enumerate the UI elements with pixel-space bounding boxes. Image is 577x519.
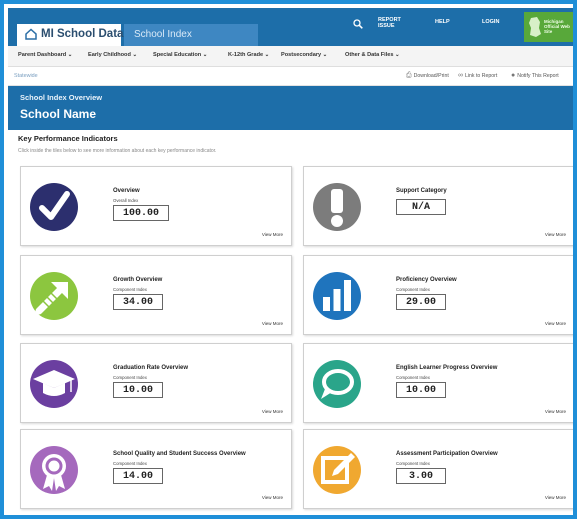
house-icon <box>25 28 37 40</box>
edit-pencil-icon <box>313 446 361 494</box>
card-subtitle: Component Index <box>113 461 147 466</box>
award-ribbon-icon <box>30 446 78 494</box>
site-header: MI School Data School Index REPORT ISSUE… <box>8 8 573 46</box>
checkmark-icon <box>30 183 78 231</box>
card-school-quality[interactable]: School Quality and Student Success Overv… <box>20 429 292 509</box>
download-button[interactable]: ⎙ Download/Print <box>406 72 449 80</box>
card-subtitle: Component Index <box>396 461 430 466</box>
link-icon: ∞ <box>458 72 463 79</box>
login-link[interactable]: LOGIN <box>482 19 499 25</box>
title-band: School Index Overview School Name <box>8 86 573 130</box>
card-subtitle: Overall Index <box>113 198 139 203</box>
state-badge-text: Michigan Official Web Site <box>544 19 570 34</box>
card-value: 34.00 <box>113 294 163 310</box>
view-more-link[interactable]: View More <box>545 321 566 326</box>
notify-button[interactable]: ● Notify This Report <box>511 72 559 79</box>
card-overview[interactable]: Overview Overall Index 100.00 View More <box>20 166 292 246</box>
card-title: Graduation Rate Overview <box>113 365 189 371</box>
graduation-cap-icon <box>30 360 78 408</box>
card-value: 10.00 <box>113 382 163 398</box>
speech-bubble-icon <box>313 360 361 408</box>
card-value: 14.00 <box>113 468 163 484</box>
view-more-link[interactable]: View More <box>262 495 283 500</box>
card-title: Assessment Participation Overview <box>396 451 498 457</box>
card-title: Support Category <box>396 188 447 194</box>
view-more-link[interactable]: View More <box>262 321 283 326</box>
nav-item-k12[interactable]: K-12th Grade ⌄ <box>228 52 269 58</box>
link-button[interactable]: ∞ Link to Report <box>458 72 497 79</box>
kpi-description: Click inside the tiles below to see more… <box>18 148 217 154</box>
card-value: 29.00 <box>396 294 446 310</box>
card-value: 100.00 <box>113 205 169 221</box>
toolbar: Statewide ⎙ Download/Print ∞ Link to Repor… <box>8 67 573 86</box>
view-more-link[interactable]: View More <box>262 409 283 414</box>
nav-item-parent-dashboard[interactable]: Parent Dashboard ⌄ <box>18 52 72 58</box>
logo-text: MI School Data <box>41 28 124 40</box>
nav-item-early-childhood[interactable]: Early Childhood ⌄ <box>88 52 137 58</box>
card-title: English Learner Progress Overview <box>396 365 498 371</box>
breadcrumb[interactable]: Statewide <box>14 73 38 79</box>
globe-icon: ● <box>511 72 516 79</box>
nav-item-postsecondary[interactable]: Postsecondary ⌄ <box>281 52 327 58</box>
page-title: School Name <box>20 107 97 121</box>
page-subtitle: School Index Overview <box>20 93 103 102</box>
view-more-link[interactable]: View More <box>262 232 283 237</box>
state-badge[interactable]: Michigan Official Web Site <box>524 12 573 42</box>
page-frame: MI School Data School Index REPORT ISSUE… <box>0 0 577 519</box>
view-more-link[interactable]: View More <box>545 232 566 237</box>
bar-chart-icon <box>313 272 361 320</box>
card-subtitle: Component Index <box>396 287 430 292</box>
card-title: Overview <box>113 188 140 194</box>
card-value: 10.00 <box>396 382 446 398</box>
card-english-learner[interactable]: English Learner Progress Overview Compon… <box>303 343 573 423</box>
card-assessment-participation[interactable]: Assessment Participation Overview Compon… <box>303 429 573 509</box>
nav-item-special-education[interactable]: Special Education ⌄ <box>153 52 207 58</box>
card-graduation-rate[interactable]: Graduation Rate Overview Component Index… <box>20 343 292 423</box>
card-value: 3.00 <box>396 468 446 484</box>
growth-arrow-icon <box>30 272 78 320</box>
card-title: Proficiency Overview <box>396 277 457 283</box>
section-tab[interactable]: School Index <box>124 24 258 46</box>
exclamation-icon <box>313 183 361 231</box>
card-subtitle: Component Index <box>113 375 147 380</box>
card-proficiency[interactable]: Proficiency Overview Component Index 29.… <box>303 255 573 335</box>
card-value: N/A <box>396 199 446 215</box>
card-subtitle: Component Index <box>396 375 430 380</box>
kpi-heading: Key Performance Indicators <box>18 134 118 143</box>
site-logo[interactable]: MI School Data <box>17 24 124 46</box>
print-icon: ⎙ <box>406 72 412 79</box>
card-support-category[interactable]: Support Category N/A View More <box>303 166 573 246</box>
card-title: School Quality and Student Success Overv… <box>113 451 246 457</box>
michigan-icon <box>529 17 541 37</box>
nav-item-other-data[interactable]: Other & Data Files ⌄ <box>345 52 400 58</box>
report-issue-link[interactable]: REPORT ISSUE <box>378 17 408 29</box>
card-subtitle: Component Index <box>113 287 147 292</box>
main-nav: Parent Dashboard ⌄ Early Childhood ⌄ Spe… <box>8 46 573 67</box>
search-icon[interactable] <box>353 19 363 29</box>
view-more-link[interactable]: View More <box>545 409 566 414</box>
card-title: Growth Overview <box>113 277 163 283</box>
view-more-link[interactable]: View More <box>545 495 566 500</box>
card-growth[interactable]: Growth Overview Component Index 34.00 Vi… <box>20 255 292 335</box>
help-link[interactable]: HELP <box>435 19 450 25</box>
